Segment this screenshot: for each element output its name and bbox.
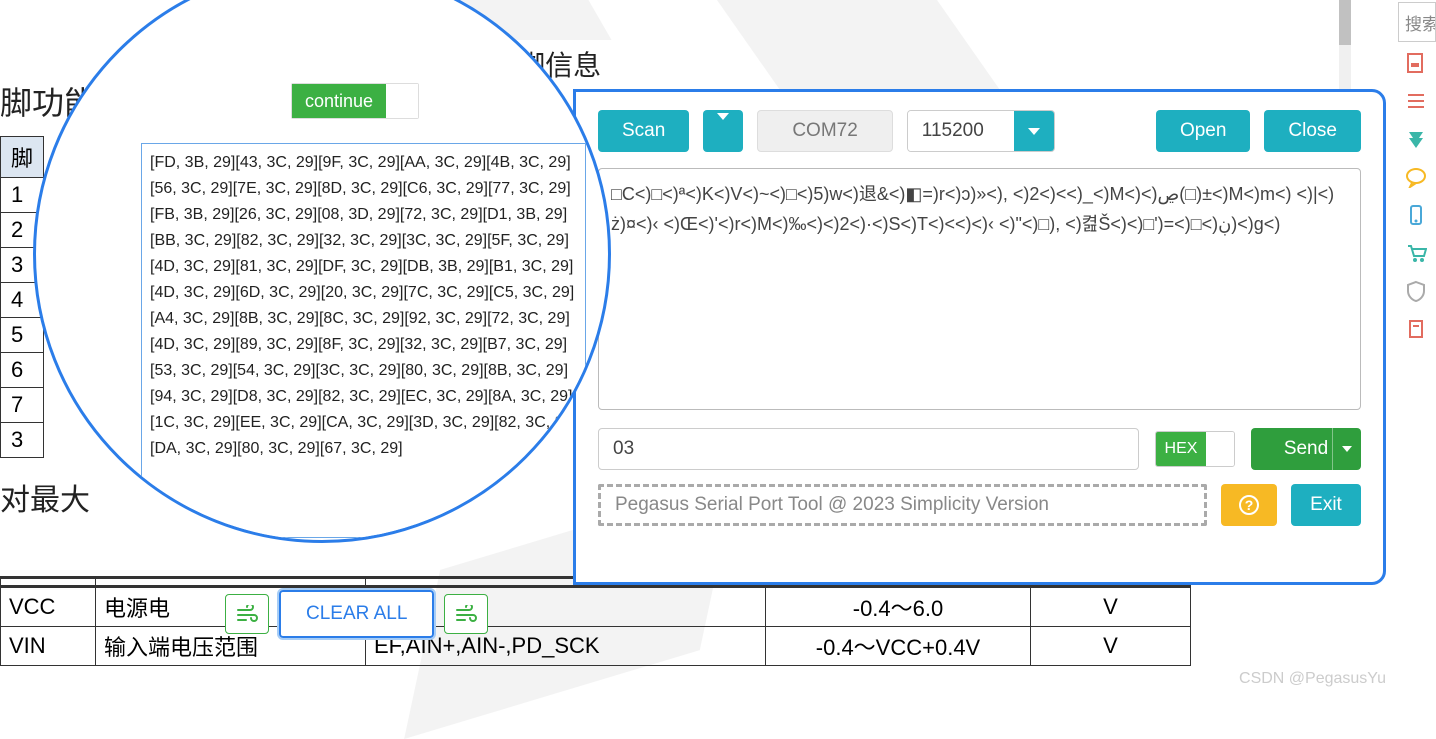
scroll-thumb[interactable] <box>1339 0 1351 45</box>
help-button[interactable]: ? <box>1221 484 1277 526</box>
bg-table-params: VCC 电源电 D -0.4～6.0 V VIN 输入端电压范围 EF,AIN+… <box>0 576 1191 666</box>
baud-select[interactable]: 115200 <box>907 110 1055 152</box>
chevron-down-icon <box>1014 111 1054 151</box>
zoom-lens-panel: continue [FD, 3B, 29][43, 3C, 29][9F, 3C… <box>33 0 611 543</box>
send-row: 03 HEX Send <box>598 428 1361 470</box>
send-button[interactable]: Send <box>1251 428 1361 470</box>
file-icon[interactable] <box>1405 318 1427 340</box>
port-display[interactable]: COM72 <box>757 110 892 152</box>
footer-row: Pegasus Serial Port Tool @ 2023 Simplici… <box>598 484 1361 526</box>
mobile-icon[interactable] <box>1405 204 1427 226</box>
wind-icon <box>455 605 477 623</box>
bg-heading: 脚 <box>1 137 44 178</box>
open-button[interactable]: Open <box>1156 110 1250 152</box>
chevron-down-icon <box>717 113 729 141</box>
hex-label: HEX <box>1156 432 1206 466</box>
hex-toggle[interactable]: HEX <box>1155 431 1235 467</box>
wind-icon <box>236 605 258 623</box>
serial-tool-panel: Scan COM72 115200 Open Close □C<)□<)ª<)K… <box>573 89 1386 585</box>
download-icon[interactable] <box>1405 128 1427 150</box>
footer-banner: Pegasus Serial Port Tool @ 2023 Simplici… <box>598 484 1207 526</box>
scan-button[interactable]: Scan <box>598 110 689 152</box>
baud-value: 115200 <box>908 111 1014 151</box>
wind-left-button[interactable] <box>225 594 269 634</box>
scan-dropdown-button[interactable] <box>703 110 743 152</box>
exit-button[interactable]: Exit <box>1291 484 1361 526</box>
clear-all-button[interactable]: CLEAR ALL <box>279 590 434 638</box>
chevron-down-icon <box>1342 446 1352 452</box>
chat-icon[interactable] <box>1405 166 1427 188</box>
right-toolbar <box>1396 52 1436 340</box>
cart-icon[interactable] <box>1405 242 1427 264</box>
terminal-output[interactable]: □C<)□<)ª<)K<)V<)~<)□<)5)w<)退&<)◧=)r<)ɔ)»… <box>598 168 1361 410</box>
send-input[interactable]: 03 <box>598 428 1139 470</box>
close-button[interactable]: Close <box>1264 110 1361 152</box>
table-row: VIN 输入端电压范围 EF,AIN+,AIN-,PD_SCK -0.4～VCC… <box>1 627 1191 666</box>
shield-icon[interactable] <box>1405 280 1427 302</box>
toggle-knob <box>1206 432 1234 466</box>
table-row: VCC 电源电 D -0.4～6.0 V <box>1 587 1191 627</box>
lens-toolbar: CLEAR ALL <box>225 590 488 638</box>
top-controls: Scan COM72 115200 Open Close <box>598 110 1361 152</box>
continue-label: continue <box>292 84 386 118</box>
list-icon[interactable] <box>1405 90 1427 112</box>
continue-toggle[interactable]: continue <box>291 83 419 119</box>
toggle-knob <box>386 84 418 118</box>
svg-text:?: ? <box>1245 497 1254 513</box>
watermark: CSDN @PegasusYu <box>1239 670 1386 688</box>
search-input[interactable]: 搜索 <box>1398 2 1436 42</box>
bg-heading: 对最大 <box>0 475 90 519</box>
question-icon: ? <box>1238 494 1260 516</box>
send-label: Send <box>1284 438 1328 460</box>
pdf-icon[interactable] <box>1405 52 1427 74</box>
wind-right-button[interactable] <box>444 594 488 634</box>
data-dump-box[interactable]: [FD, 3B, 29][43, 3C, 29][9F, 3C, 29][AA,… <box>141 143 586 538</box>
